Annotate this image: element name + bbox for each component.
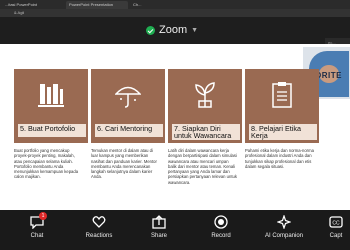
video-overlay-text: ORITE [315, 71, 342, 80]
share-label: Share [150, 233, 167, 239]
card-description: Buat portfolio yang mencakup proyek-proy… [14, 148, 79, 180]
chat-badge: 1 [39, 212, 47, 220]
card-title: 8. Pelajari Etika Kerja [249, 124, 317, 140]
card-title: 7. Siapkan Diri untuk Wawancara [172, 124, 240, 140]
card-description: Latih diri dalam wawancara kerja dengan … [168, 148, 237, 185]
slide-card-mentoring: 6. Cari Mentoring [91, 69, 165, 143]
books-icon [38, 84, 64, 107]
record-button[interactable]: Record [198, 215, 244, 247]
slide-card-portfolio: 5. Buat Portofolio [14, 69, 88, 143]
meeting-toolbar: 1 Chat Reactions Share Record AI Compani… [0, 210, 350, 250]
cc-icon: CC [329, 216, 343, 228]
plant-icon [195, 82, 215, 108]
document-icon [272, 82, 292, 108]
app-label: & Agli [14, 10, 25, 15]
record-label: Record [211, 233, 231, 239]
browser-tab[interactable]: ...itasi PowerPoint [2, 1, 64, 9]
card-title: 5. Buat Portofolio [18, 124, 86, 137]
share-button[interactable]: Share [136, 215, 182, 247]
ai-companion-label: AI Companion [264, 233, 304, 239]
reactions-button[interactable]: Reactions [76, 215, 122, 247]
sparkle-icon [276, 214, 292, 230]
zoom-title: Zoom [159, 24, 188, 36]
browser-tab-active[interactable]: PowerPoint Presentation [66, 1, 128, 9]
heart-icon [92, 216, 106, 228]
umbrella-icon [115, 86, 141, 108]
captions-label: Capt [329, 233, 343, 239]
card-description: Pahami etika kerja dan norma-norma profe… [245, 148, 314, 169]
browser-tabbar: ...itasi PowerPoint PowerPoint Presentat… [0, 0, 350, 9]
chevron-down-icon: ▼ [191, 26, 199, 34]
card-description: Temukan mentor di dalam atau di luar kam… [91, 148, 157, 180]
chat-label: Chat [30, 233, 44, 239]
app-bar: & Agli [0, 9, 350, 17]
svg-text:CC: CC [332, 221, 340, 227]
slide-card-interview: 7. Siapkan Diri untuk Wawancara [168, 69, 242, 143]
zoom-title-group[interactable]: Zoom ▼ [146, 23, 198, 37]
captions-button[interactable]: CC Capt [322, 215, 350, 247]
share-icon [152, 215, 166, 229]
browser-tab[interactable]: Ch... [130, 1, 150, 9]
zoom-header: Zoom ▼ [0, 17, 350, 44]
card-title: 6. Cari Mentoring [95, 124, 163, 137]
slide-card-ethics: 8. Pelajari Etika Kerja [245, 69, 319, 143]
reactions-label: Reactions [85, 233, 113, 239]
shield-check-icon [146, 25, 155, 35]
ai-companion-button[interactable]: AI Companion [260, 214, 308, 247]
record-icon [214, 215, 228, 229]
chat-button[interactable]: 1 Chat [14, 212, 60, 247]
